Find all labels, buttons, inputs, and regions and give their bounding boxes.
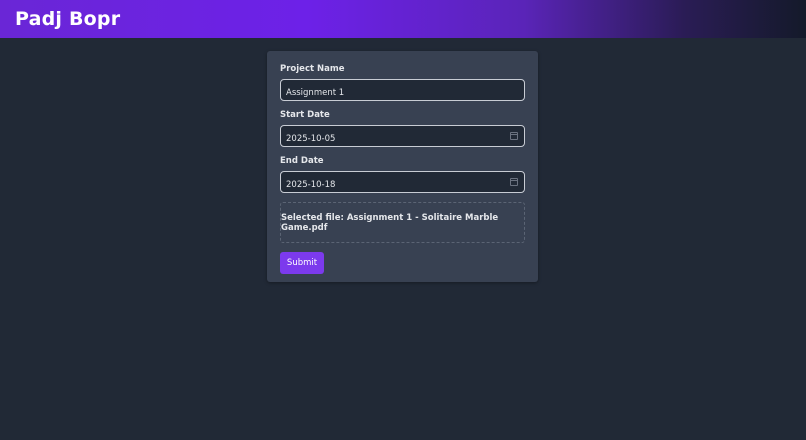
project-name-input[interactable] xyxy=(281,83,524,103)
project-name-label: Project Name xyxy=(280,64,345,74)
start-date-label: Start Date xyxy=(280,110,330,120)
calendar-icon[interactable] xyxy=(510,132,518,140)
file-dropzone[interactable]: Selected file: Assignment 1 - Solitaire … xyxy=(280,202,525,243)
end-date-input[interactable] xyxy=(281,175,524,195)
calendar-icon[interactable] xyxy=(510,178,518,186)
selected-file-text: Selected file: Assignment 1 - Solitaire … xyxy=(281,212,499,233)
app-title: Padj Bopr xyxy=(15,8,121,30)
project-name-field-wrapper xyxy=(280,79,525,103)
submit-button[interactable]: Submit xyxy=(280,252,324,274)
project-form: Project Name Start Date End Date Selecte… xyxy=(267,51,538,282)
end-date-field-wrapper xyxy=(280,171,525,195)
end-date-label: End Date xyxy=(280,156,324,166)
start-date-input[interactable] xyxy=(281,129,524,149)
start-date-field-wrapper xyxy=(280,125,525,149)
top-bar: Padj Bopr xyxy=(0,0,806,38)
